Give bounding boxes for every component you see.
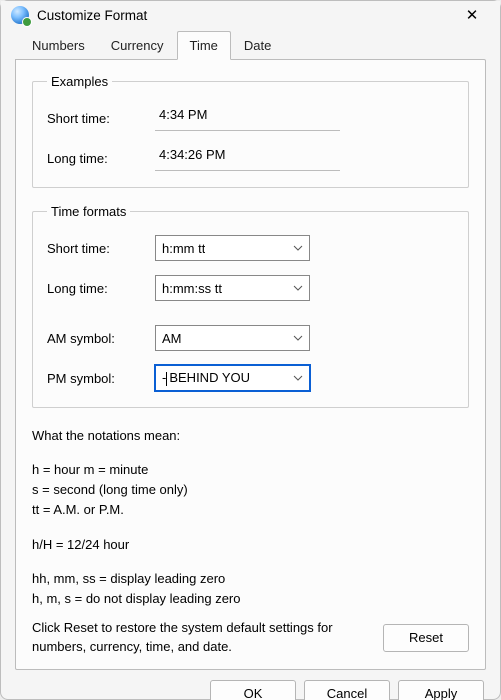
long-time-format-combo[interactable]: h:mm:ss tt [155,275,310,301]
long-time-format-label: Long time: [47,281,155,296]
notation-line: tt = A.M. or P.M. [32,500,469,520]
notation-line: h/H = 12/24 hour [32,535,469,555]
notation-line: hh, mm, ss = display leading zero [32,569,469,589]
notation-line: h = hour m = minute [32,460,469,480]
customize-format-window: Customize Format ✕ Numbers Currency Time… [0,0,501,700]
close-icon: ✕ [466,6,479,24]
dialog-body: Numbers Currency Time Date Examples Shor… [1,29,500,700]
notation-line: s = second (long time only) [32,480,469,500]
am-symbol-combo[interactable]: AM [155,325,310,351]
apply-button[interactable]: Apply [398,680,484,700]
chevron-down-icon [293,285,303,291]
reset-button[interactable]: Reset [383,624,469,652]
time-formats-legend: Time formats [47,204,130,219]
short-time-format-combo[interactable]: h:mm tt [155,235,310,261]
tab-panel-time: Examples Short time: 4:34 PM Long time: … [15,59,486,670]
chevron-down-icon [293,375,303,381]
tab-numbers[interactable]: Numbers [19,31,98,59]
tab-date[interactable]: Date [231,31,284,59]
am-symbol-label: AM symbol: [47,331,155,346]
examples-group: Examples Short time: 4:34 PM Long time: … [32,74,469,188]
pm-symbol-value: -BEHIND YOU [162,370,250,386]
short-time-format-label: Short time: [47,241,155,256]
tab-currency[interactable]: Currency [98,31,177,59]
time-formats-group: Time formats Short time: h:mm tt Long ti… [32,204,469,408]
ok-button[interactable]: OK [210,680,296,700]
notation-line: h, m, s = do not display leading zero [32,589,469,609]
tabstrip: Numbers Currency Time Date [15,31,486,59]
am-symbol-value: AM [162,331,182,346]
tab-time[interactable]: Time [177,31,231,60]
pm-symbol-label: PM symbol: [47,371,155,386]
window-title: Customize Format [37,8,147,23]
short-time-example-value: 4:34 PM [155,105,340,131]
reset-row: Click Reset to restore the system defaul… [32,609,469,657]
close-button[interactable]: ✕ [452,1,492,29]
examples-legend: Examples [47,74,112,89]
notations-heading: What the notations mean: [32,426,469,446]
dialog-footer: OK Cancel Apply [15,670,486,700]
cancel-button[interactable]: Cancel [304,680,390,700]
chevron-down-icon [293,335,303,341]
short-time-format-value: h:mm tt [162,241,205,256]
long-time-example-label: Long time: [47,151,155,166]
chevron-down-icon [293,245,303,251]
titlebar: Customize Format ✕ [1,1,500,29]
notations-text: What the notations mean: h = hour m = mi… [32,424,469,609]
long-time-example-value: 4:34:26 PM [155,145,340,171]
reset-description: Click Reset to restore the system defaul… [32,619,373,657]
long-time-format-value: h:mm:ss tt [162,281,222,296]
short-time-example-label: Short time: [47,111,155,126]
globe-region-icon [11,6,29,24]
pm-symbol-combo[interactable]: -BEHIND YOU [155,365,310,391]
